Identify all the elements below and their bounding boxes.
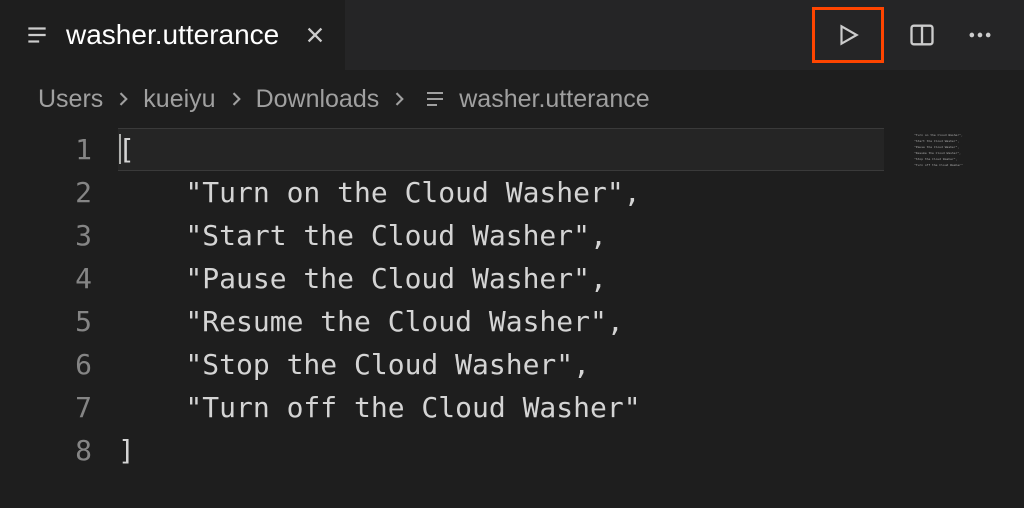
file-lines-icon (423, 87, 447, 111)
split-editor-button[interactable] (902, 15, 942, 55)
editor-tab[interactable]: washer.utterance (0, 0, 345, 70)
code-line[interactable]: [ (118, 128, 1024, 171)
line-number: 6 (0, 343, 92, 386)
tab-filename: washer.utterance (66, 19, 279, 51)
line-number: 5 (0, 300, 92, 343)
line-number-gutter: 1 2 3 4 5 6 7 8 (0, 128, 118, 508)
editor-actions (812, 0, 1024, 70)
more-actions-button[interactable] (960, 15, 1000, 55)
code-line[interactable]: "Resume the Cloud Washer", (118, 300, 1024, 343)
text-cursor (119, 134, 121, 164)
code-line[interactable]: ] (118, 429, 1024, 472)
breadcrumb-segment[interactable]: kueiyu (143, 85, 215, 114)
code-line[interactable]: "Pause the Cloud Washer", (118, 257, 1024, 300)
tab-area: washer.utterance (0, 0, 345, 70)
close-icon[interactable] (303, 23, 327, 47)
code-line[interactable]: "Turn off the Cloud Washer" (118, 386, 1024, 429)
line-number: 4 (0, 257, 92, 300)
editor-region[interactable]: 1 2 3 4 5 6 7 8 [ "Turn on the Cloud Was… (0, 128, 1024, 508)
breadcrumb[interactable]: Users kueiyu Downloads washer.utterance (0, 70, 1024, 128)
breadcrumb-segment[interactable]: Downloads (256, 85, 380, 114)
breadcrumb-segment[interactable]: Users (38, 85, 103, 114)
line-number: 2 (0, 171, 92, 214)
chevron-right-icon (113, 89, 133, 109)
line-number: 7 (0, 386, 92, 429)
chevron-right-icon (389, 89, 409, 109)
breadcrumb-segment[interactable]: washer.utterance (459, 85, 649, 114)
file-lines-icon (24, 22, 50, 48)
run-button-highlight (812, 7, 884, 63)
tab-bar: washer.utterance (0, 0, 1024, 70)
run-button[interactable] (828, 15, 868, 55)
line-number: 3 (0, 214, 92, 257)
code-line[interactable]: "Start the Cloud Washer", (118, 214, 1024, 257)
chevron-right-icon (226, 89, 246, 109)
line-number: 1 (0, 128, 92, 171)
code-line[interactable]: "Stop the Cloud Washer", (118, 343, 1024, 386)
code-area[interactable]: [ "Turn on the Cloud Washer", "Start the… (118, 128, 1024, 508)
code-line[interactable]: "Turn on the Cloud Washer", (118, 171, 1024, 214)
line-number: 8 (0, 429, 92, 472)
